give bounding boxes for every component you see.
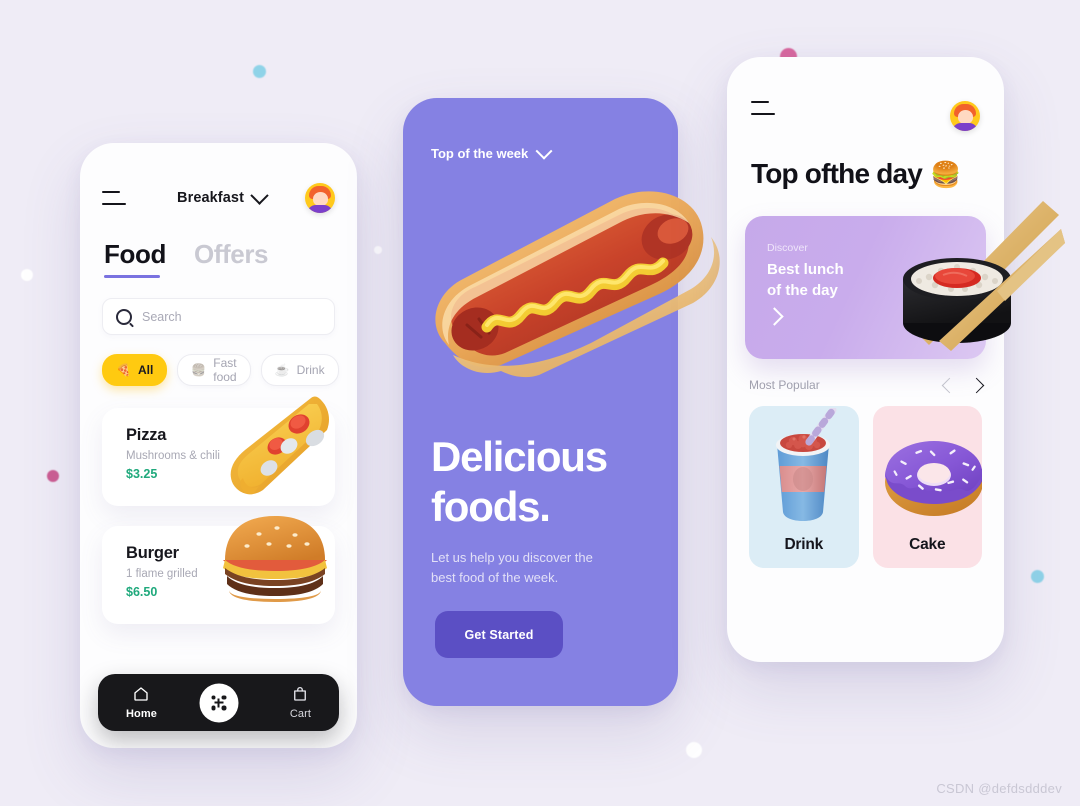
promo-title-line1: Best lunch	[767, 261, 844, 278]
tab-offers[interactable]: Offers	[194, 239, 269, 278]
table-row[interactable]: Pizza Mushrooms & chili $3.25	[102, 396, 335, 506]
chip-all-label: All	[137, 363, 154, 377]
dot-white-mid	[374, 246, 382, 254]
chip-drink[interactable]: ☕ Drink	[260, 354, 339, 386]
popular-tiles: Drink Cake	[727, 392, 1004, 568]
promo-tag: Discover	[767, 242, 808, 254]
pizza-slice-3d	[230, 396, 329, 495]
pizza-icon: 🍕	[116, 363, 131, 377]
bottom-nav: Home Cart	[98, 674, 339, 731]
dot-magenta-left	[47, 470, 59, 482]
screen-root: Breakfast Food Offers Search 🍕 All 🍔 Fas…	[0, 0, 1080, 806]
search-input[interactable]: Search	[102, 298, 335, 335]
burger-icon: 🍔	[191, 363, 207, 377]
get-started-button[interactable]: Get Started	[435, 611, 563, 658]
chevron-right-icon[interactable]	[765, 307, 784, 326]
meal-type-selector[interactable]: Breakfast	[177, 185, 269, 206]
avatar-face	[958, 110, 973, 124]
headline-line2: foods.	[431, 483, 551, 530]
chip-fast-food-label: Fast food	[213, 356, 237, 384]
food-desc: Mushrooms & chili	[126, 450, 220, 462]
table-row[interactable]: Burger 1 flame grilled $6.50	[102, 516, 335, 624]
dot-white-bottom	[686, 742, 702, 758]
search-icon	[116, 308, 132, 325]
meal-type-label: Breakfast	[177, 190, 244, 206]
list-item[interactable]: Cake	[872, 406, 982, 568]
food-price: $3.25	[126, 467, 158, 481]
dot-white-left	[21, 269, 33, 281]
subtext-line2: best food of the week.	[431, 570, 559, 585]
category-chip-row: 🍕 All 🍔 Fast food ☕ Drink	[80, 335, 357, 386]
food-name: Pizza	[126, 426, 167, 444]
section-label: Most Popular	[749, 378, 820, 392]
hamburger-icon[interactable]	[751, 101, 775, 115]
burger-icon: 🍔	[930, 161, 961, 189]
phone-screen-food-list: Breakfast Food Offers Search 🍕 All 🍔 Fas…	[80, 143, 357, 748]
page-title-line2: the day	[829, 158, 923, 189]
chevron-down-icon	[535, 142, 553, 160]
tile-label: Drink	[784, 536, 824, 553]
page-title-line1: Top of	[751, 158, 830, 189]
food-price: $6.50	[126, 585, 158, 599]
list-item[interactable]: Drink	[749, 406, 859, 568]
page-title: Top of the day 🍔	[751, 157, 1004, 192]
tile-label: Cake	[909, 536, 946, 553]
tab-bar: Food Offers	[80, 213, 357, 278]
dot-blue-top	[253, 65, 266, 78]
coffee-icon: ☕	[274, 363, 290, 377]
chip-all[interactable]: 🍕 All	[102, 354, 168, 386]
avatar[interactable]	[305, 183, 335, 213]
chip-fast-food[interactable]: 🍔 Fast food	[177, 354, 251, 386]
soda-cup-3d	[776, 408, 837, 521]
nav-home-label: Home	[126, 708, 157, 720]
tab-food[interactable]: Food	[104, 239, 166, 278]
search-placeholder: Search	[142, 309, 182, 324]
phone3-header	[727, 57, 1004, 131]
avatar-body	[952, 123, 978, 131]
week-filter[interactable]: Top of the week	[403, 98, 678, 161]
promo-title: Best lunch of the day	[767, 259, 844, 301]
bag-icon	[294, 686, 307, 701]
nav-cart-label: Cart	[289, 708, 311, 720]
grid-dots-icon[interactable]	[199, 683, 238, 722]
donut-3d	[884, 441, 982, 516]
watermark: CSDN @defdsdddev	[936, 781, 1062, 796]
phone1-header: Breakfast	[80, 143, 357, 213]
week-filter-label: Top of the week	[431, 146, 529, 161]
avatar-face	[313, 192, 328, 206]
nav-home[interactable]: Home	[126, 685, 157, 720]
hamburger-icon[interactable]	[102, 191, 126, 205]
promo-title-line2: of the day	[767, 282, 838, 299]
avatar[interactable]	[950, 101, 980, 131]
food-name: Burger	[126, 544, 179, 562]
sushi-chopsticks-3d	[903, 201, 1065, 351]
subtext-line1: Let us help you discover the	[431, 550, 593, 565]
hotdog-3d	[435, 191, 720, 378]
dot-blue-right	[1031, 570, 1044, 583]
nav-cart[interactable]: Cart	[290, 685, 311, 720]
avatar-body	[307, 205, 333, 213]
chevron-down-icon	[250, 185, 269, 205]
food-desc: 1 flame grilled	[126, 568, 198, 580]
chip-drink-label: Drink	[296, 363, 325, 377]
home-icon	[134, 687, 149, 701]
